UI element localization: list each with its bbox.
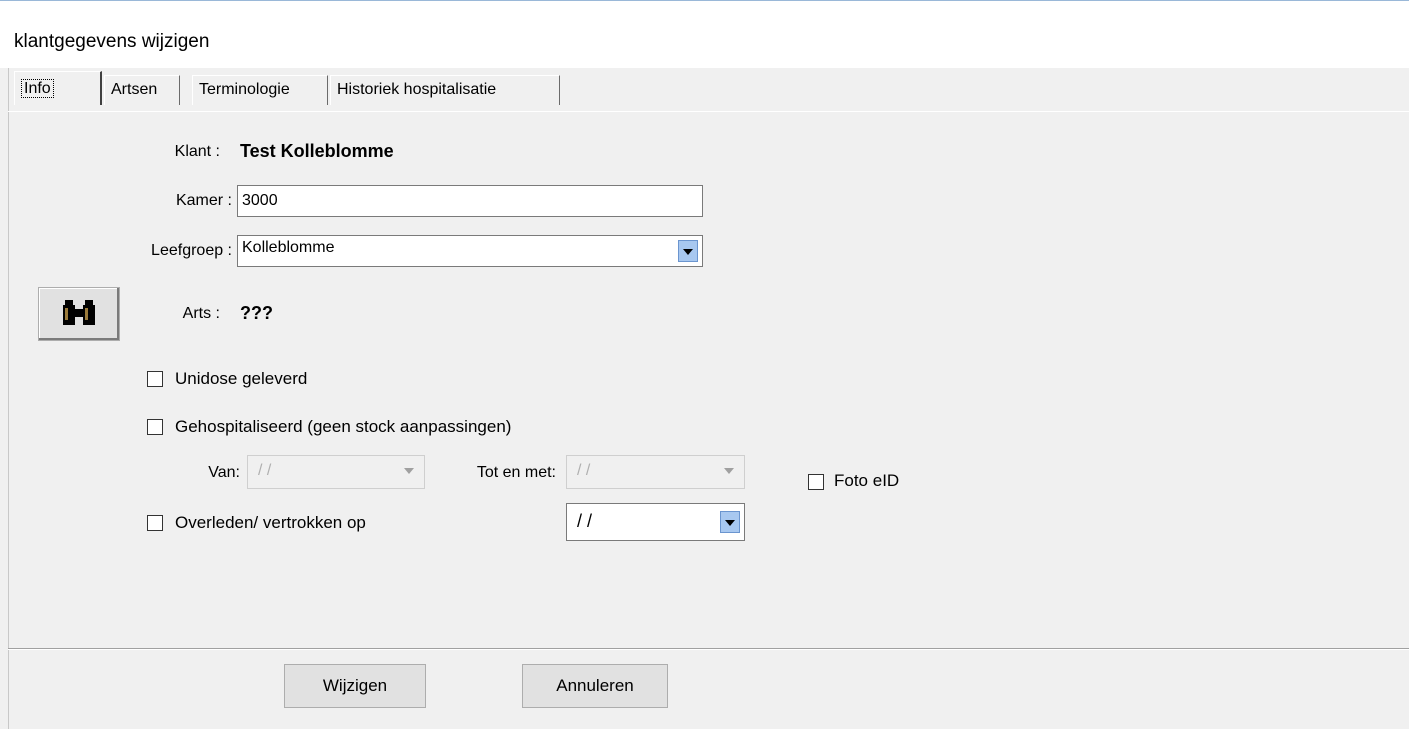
overleden-label: Overleden/ vertrokken op — [175, 513, 366, 532]
overleden-date-select[interactable]: / / — [566, 503, 745, 541]
kamer-input[interactable] — [237, 185, 703, 217]
tab-artsen[interactable]: Artsen — [104, 75, 180, 105]
klant-label: Klant : — [174, 143, 220, 160]
chevron-down-icon[interactable] — [720, 511, 740, 533]
arts-value: ??? — [240, 303, 273, 323]
gehospitaliseerd-label: Gehospitaliseerd (geen stock aanpassinge… — [175, 417, 512, 436]
tab-info-label: Info — [21, 79, 54, 98]
foto-eid-label: Foto eID — [834, 471, 900, 490]
bottom-separator-highlight — [8, 649, 1409, 650]
unidose-checkbox[interactable] — [147, 371, 163, 387]
tot-date-select[interactable]: / / — [566, 455, 745, 489]
chevron-down-icon[interactable] — [400, 460, 420, 482]
search-arts-button[interactable] — [38, 287, 120, 341]
van-date-value: / / — [258, 462, 272, 479]
gehospitaliseerd-checkbox[interactable] — [147, 419, 163, 435]
tab-artsen-label: Artsen — [111, 81, 158, 98]
chevron-down-icon[interactable] — [678, 240, 698, 262]
van-date-select[interactable]: / / — [247, 455, 425, 489]
leefgroep-select[interactable]: Kolleblomme — [237, 235, 703, 267]
binoculars-icon — [63, 300, 95, 325]
tot-date-value: / / — [577, 462, 591, 479]
unidose-label: Unidose geleverd — [175, 369, 308, 388]
window-title: klantgegevens wijzigen — [14, 31, 210, 52]
tab-panel-border — [8, 111, 1409, 112]
tab-historiek-hospitalisatie[interactable]: Historiek hospitalisatie — [330, 75, 560, 105]
tab-terminologie[interactable]: Terminologie — [192, 75, 328, 105]
tot-label: Tot en met: — [476, 464, 556, 481]
tab-strip: Info Artsen Terminologie Historiek hospi… — [0, 68, 1409, 112]
klant-value: Test Kolleblomme — [240, 141, 394, 161]
van-label: Van: — [208, 464, 240, 481]
window-titlebar: klantgegevens wijzigen — [0, 0, 1409, 68]
tab-info[interactable]: Info — [14, 71, 102, 105]
overleden-date-value: / / — [577, 511, 593, 531]
tab-terminologie-label: Terminologie — [199, 81, 290, 98]
wijzigen-button[interactable]: Wijzigen — [284, 664, 426, 708]
window-left-border — [8, 68, 9, 729]
chevron-down-icon[interactable] — [720, 460, 740, 482]
annuleren-button[interactable]: Annuleren — [522, 664, 668, 708]
kamer-label: Kamer : — [175, 192, 232, 209]
overleden-checkbox[interactable] — [147, 515, 163, 531]
arts-label: Arts : — [182, 305, 220, 322]
leefgroep-selected: Kolleblomme — [242, 239, 335, 256]
tab-historiek-label: Historiek hospitalisatie — [337, 81, 497, 98]
leefgroep-label: Leefgroep : — [151, 242, 232, 259]
foto-eid-checkbox[interactable] — [808, 474, 824, 490]
